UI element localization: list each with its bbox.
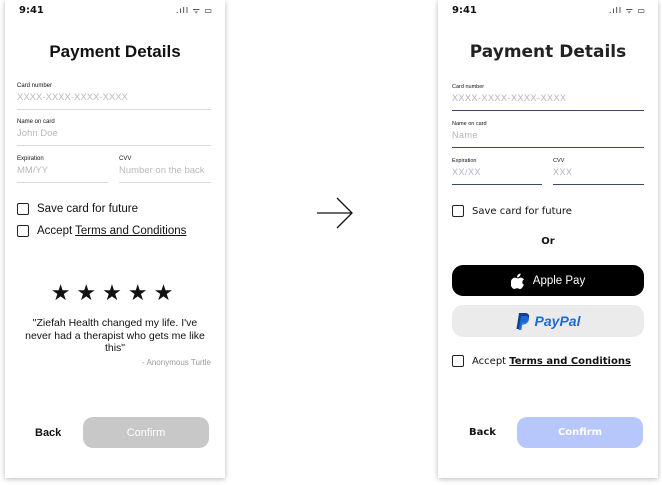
field-underline xyxy=(17,145,211,146)
right-phone-screen: 9:41 .ıll ᯤ ▭ Payment Details Card numbe… xyxy=(438,0,658,478)
apple-pay-label: Apple Pay xyxy=(532,274,586,287)
card-number-label: Card number xyxy=(17,83,53,89)
apple-logo-icon xyxy=(510,273,524,289)
accept-terms-row[interactable]: Accept Terms and Conditions xyxy=(17,225,186,237)
accept-terms-label: Accept Terms and Conditions xyxy=(37,225,186,237)
left-phone-screen: 9:41 .ıll ᯤ ▭ Payment Details Card numbe… xyxy=(5,0,225,478)
name-on-card-field[interactable]: Name on card Name xyxy=(452,121,644,148)
status-time: 9:41 xyxy=(19,5,44,16)
save-card-label: Save card for future xyxy=(472,205,572,217)
card-number-field[interactable]: Card number XXXX-XXXX-XXXX-XXXX xyxy=(17,83,211,110)
page-title: Payment Details xyxy=(49,42,181,61)
right-arrow-icon xyxy=(317,197,353,229)
page-title: Payment Details xyxy=(469,42,627,62)
card-number-label: Card number xyxy=(452,84,485,90)
card-number-placeholder: XXXX-XXXX-XXXX-XXXX xyxy=(17,92,128,103)
confirm-button[interactable]: Confirm xyxy=(517,417,643,448)
name-on-card-placeholder: Name xyxy=(452,130,479,140)
status-icons: .ıll ᯤ ▭ xyxy=(608,6,646,15)
cvv-field[interactable]: CVV XXX xyxy=(553,158,644,185)
accept-terms-checkbox[interactable] xyxy=(17,225,29,237)
paypal-button[interactable]: PayPal xyxy=(452,305,644,337)
expiration-label: Expiration xyxy=(17,156,44,162)
accept-prefix: Accept xyxy=(472,355,510,367)
field-underline xyxy=(553,183,644,185)
testimonial-author: - Anonymous Turtle xyxy=(142,358,211,367)
card-number-placeholder: XXXX-XXXX-XXXX-XXXX xyxy=(452,93,567,103)
back-button[interactable]: Back xyxy=(469,427,496,438)
status-time: 9:41 xyxy=(452,5,477,16)
field-underline xyxy=(17,109,211,110)
save-card-checkbox[interactable] xyxy=(452,205,464,217)
name-on-card-placeholder: John Doe xyxy=(17,128,58,139)
cvv-label: CVV xyxy=(553,158,565,164)
field-underline xyxy=(452,146,644,148)
testimonial-quote: "Ziefah Health changed my life. I've nev… xyxy=(25,317,205,354)
accept-prefix: Accept xyxy=(37,225,76,237)
or-divider-text: Or xyxy=(541,236,555,247)
paypal-label: PayPal xyxy=(534,313,581,329)
save-card-row[interactable]: Save card for future xyxy=(452,205,572,217)
name-on-card-label: Name on card xyxy=(452,121,487,127)
status-bar: 9:41 .ıll ᯤ ▭ xyxy=(5,0,225,22)
field-underline xyxy=(17,182,108,183)
cvv-placeholder: XXX xyxy=(553,167,573,177)
terms-link[interactable]: Terms and Conditions xyxy=(75,225,186,237)
name-on-card-label: Name on card xyxy=(17,119,55,125)
confirm-button[interactable]: Confirm xyxy=(83,417,209,448)
back-button[interactable]: Back xyxy=(35,427,61,439)
accept-terms-row[interactable]: Accept Terms and Conditions xyxy=(452,355,631,367)
field-underline xyxy=(452,183,542,185)
rating-stars: ★★★★★ xyxy=(50,281,180,306)
expiration-placeholder: MM/YY xyxy=(17,165,49,176)
status-icons: .ıll ᯤ ▭ xyxy=(175,6,213,15)
terms-link[interactable]: Terms and Conditions xyxy=(509,356,631,367)
save-card-row[interactable]: Save card for future xyxy=(17,203,138,215)
save-card-label: Save card for future xyxy=(37,203,138,215)
field-underline xyxy=(452,109,644,111)
status-bar: 9:41 .ıll ᯤ ▭ xyxy=(438,0,658,22)
expiration-placeholder: XX/XX xyxy=(452,167,482,177)
apple-pay-button[interactable]: Apple Pay xyxy=(452,265,644,296)
paypal-logo-icon xyxy=(516,312,529,330)
field-underline xyxy=(119,182,211,183)
cvv-placeholder: Number on the back xyxy=(119,165,205,176)
cvv-label: CVV xyxy=(119,156,132,162)
expiration-field[interactable]: Expiration MM/YY xyxy=(17,156,108,183)
name-on-card-field[interactable]: Name on card John Doe xyxy=(17,119,211,146)
accept-terms-checkbox[interactable] xyxy=(452,355,464,367)
expiration-label: Expiration xyxy=(452,158,477,164)
save-card-checkbox[interactable] xyxy=(17,203,29,215)
expiration-field[interactable]: Expiration XX/XX xyxy=(452,158,542,185)
card-number-field[interactable]: Card number XXXX-XXXX-XXXX-XXXX xyxy=(452,84,644,111)
accept-terms-label: Accept Terms and Conditions xyxy=(472,356,631,367)
cvv-field[interactable]: CVV Number on the back xyxy=(119,156,211,183)
